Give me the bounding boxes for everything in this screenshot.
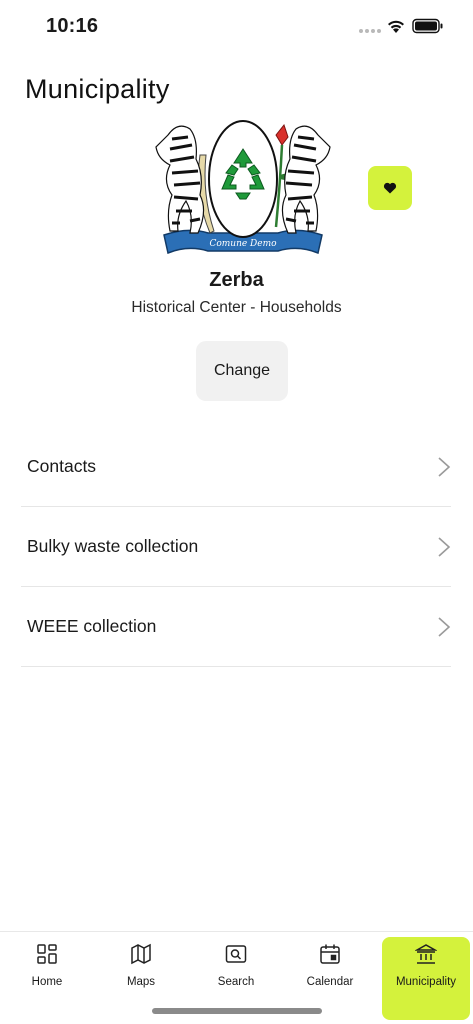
municipality-name: Zerba xyxy=(209,269,264,291)
battery-icon xyxy=(412,18,443,34)
search-icon xyxy=(225,945,247,963)
tab-maps[interactable]: Maps xyxy=(97,937,185,1019)
tab-label: Calendar xyxy=(306,976,354,988)
menu-item-weee[interactable]: WEEE collection xyxy=(21,587,451,667)
change-municipality-button[interactable]: Change xyxy=(196,341,288,401)
tab-calendar[interactable]: Calendar xyxy=(286,937,374,1019)
chevron-right-icon xyxy=(438,456,451,477)
heart-icon xyxy=(383,182,397,194)
tab-label: Search xyxy=(217,976,255,988)
chevron-right-icon xyxy=(438,616,451,637)
signal-icon xyxy=(359,29,381,33)
calendar-icon xyxy=(320,944,340,964)
map-icon xyxy=(131,943,151,965)
tab-label: Maps xyxy=(126,976,156,988)
town-hall-icon xyxy=(415,944,437,964)
tab-home[interactable]: Home xyxy=(3,937,91,1019)
tab-search[interactable]: Search xyxy=(192,937,280,1019)
favorite-button[interactable] xyxy=(368,166,412,210)
tab-label: Home xyxy=(31,976,63,988)
municipality-crest-logo: Comune Demo xyxy=(155,120,331,255)
wifi-icon xyxy=(388,20,404,33)
municipality-menu: Contacts Bulky waste collection WEEE col… xyxy=(21,427,451,667)
menu-item-bulky-waste[interactable]: Bulky waste collection xyxy=(21,507,451,587)
home-indicator[interactable] xyxy=(152,1008,322,1014)
status-bar: 10:16 xyxy=(0,0,473,54)
menu-item-label: Bulky waste collection xyxy=(27,536,199,556)
status-time: 10:16 xyxy=(46,15,99,37)
menu-item-label: WEEE collection xyxy=(27,616,157,636)
chevron-right-icon xyxy=(438,536,451,557)
grid-icon xyxy=(37,944,57,964)
svg-text:Comune Demo: Comune Demo xyxy=(209,239,277,249)
menu-item-label: Contacts xyxy=(27,456,97,476)
tab-label: Municipality xyxy=(395,976,457,988)
municipality-zone: Historical Center - Households xyxy=(131,299,342,316)
tab-municipality[interactable]: Municipality xyxy=(382,937,470,1020)
page-title: Municipality xyxy=(25,74,170,104)
menu-item-contacts[interactable]: Contacts xyxy=(21,427,451,507)
